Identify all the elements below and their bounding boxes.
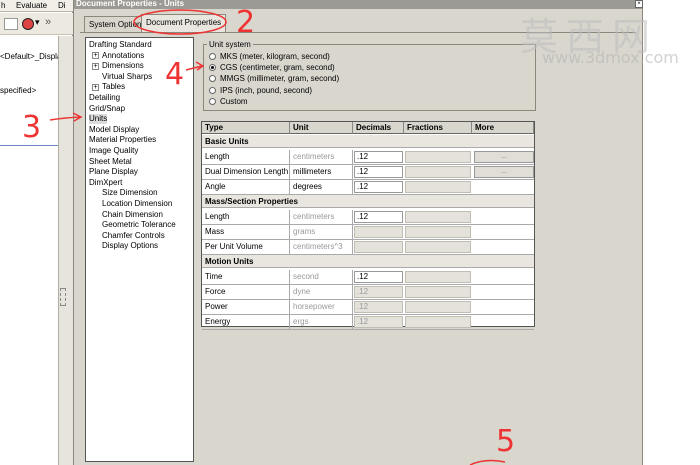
annotation-number-2: 2 bbox=[236, 5, 256, 40]
annotation-number-5: 5 bbox=[496, 424, 516, 459]
annotation-overlay bbox=[49, 9, 506, 465]
annotation-stroke-5 bbox=[469, 459, 506, 465]
annotation-number-3: 3 bbox=[22, 110, 42, 145]
annotation-circle bbox=[133, 9, 227, 35]
annotation-number-4: 4 bbox=[165, 57, 185, 92]
